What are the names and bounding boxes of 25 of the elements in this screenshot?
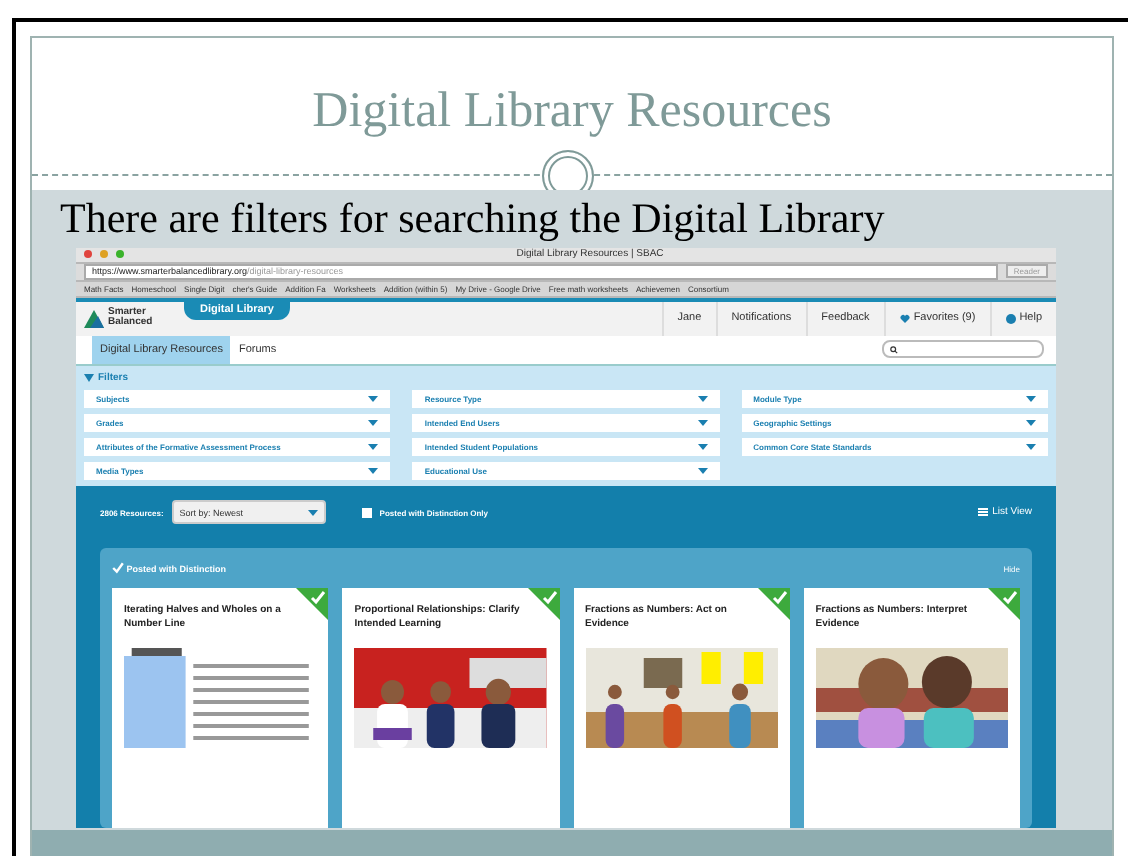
caret-icon: [1025, 396, 1036, 403]
close-icon[interactable]: [84, 250, 92, 259]
caret-icon: [1025, 420, 1036, 427]
caret-icon: [307, 509, 318, 516]
checkbox[interactable]: [361, 507, 372, 518]
list-icon: [978, 508, 989, 517]
caret-icon: [368, 468, 379, 475]
caret-icon: [84, 374, 94, 383]
caret-icon: [1025, 444, 1036, 451]
slide-title: Digital Library Resources: [312, 84, 832, 140]
caret-icon: [697, 468, 708, 475]
caret-icon: [697, 420, 708, 427]
caret-icon: [368, 396, 379, 403]
caret-icon: [368, 420, 379, 427]
slide-caption: There are filters for searching the Digital Library: [60, 194, 887, 244]
maximize-icon[interactable]: [116, 250, 124, 259]
checkmark-icon: [112, 562, 124, 575]
caret-icon: [697, 396, 708, 403]
caret-icon: [368, 444, 379, 451]
heart-icon: [899, 313, 910, 324]
caret-icon: [697, 444, 708, 451]
minimize-icon[interactable]: [100, 250, 108, 259]
search-icon: [890, 345, 898, 354]
logo-icon: [84, 308, 104, 329]
search-field[interactable]: [882, 340, 1044, 359]
